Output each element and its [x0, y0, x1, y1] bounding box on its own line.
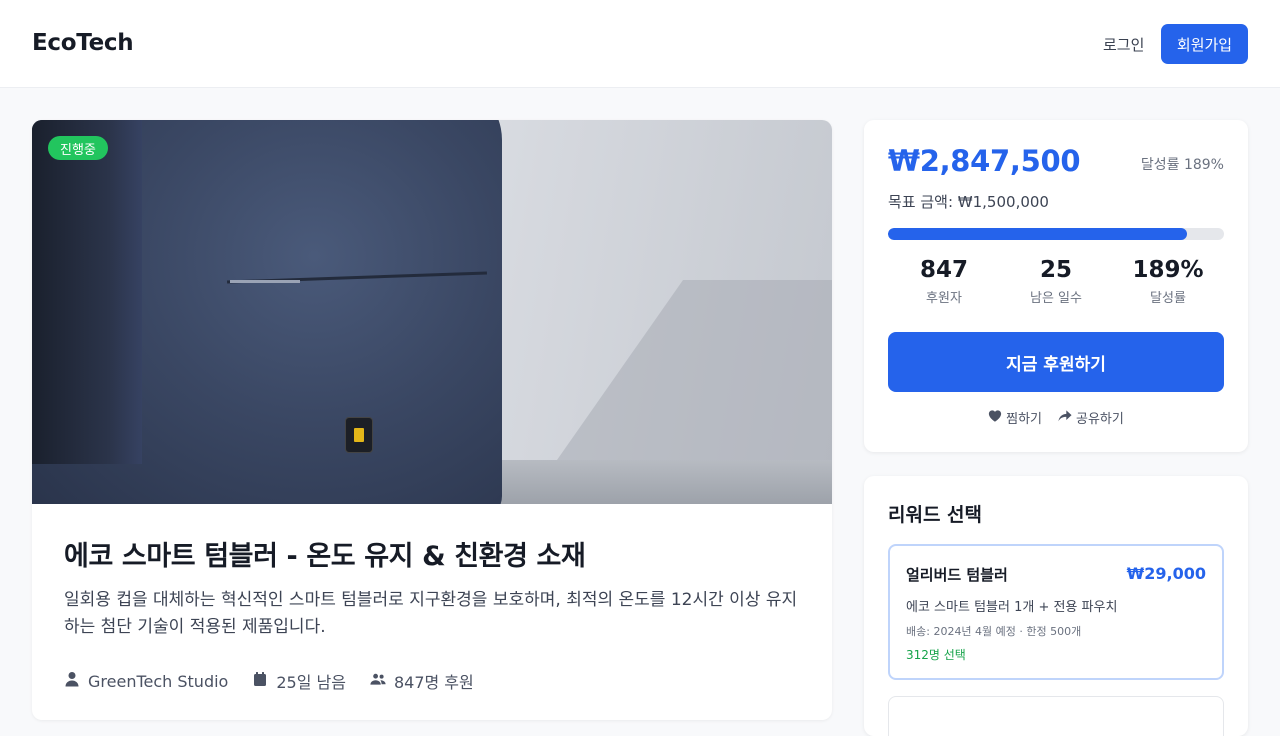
creator-meta: GreenTech Studio [64, 669, 228, 693]
funding-progress-bar [888, 228, 1224, 240]
achievement-rate-label: 달성률 189% [1140, 157, 1224, 173]
like-label: 찜하기 [1006, 412, 1043, 427]
calendar-icon [252, 671, 268, 691]
stat-value: 847 [919, 257, 968, 283]
days-left-text: 25일 남음 [276, 673, 346, 692]
goal-amount: 목표 금액: ₩1,500,000 [888, 193, 1049, 211]
signup-button[interactable]: 회원가입 [1161, 24, 1248, 64]
project-title: 에코 스마트 텀블러 - 온도 유지 & 친환경 소재 [64, 541, 586, 572]
share-icon [1058, 409, 1072, 427]
share-label: 공유하기 [1076, 412, 1124, 427]
reward-shipping: 배송: 2024년 4월 예정 · 한정 500개 [906, 625, 1082, 638]
stat-label: 남은 일수 [1030, 291, 1082, 306]
reward-selection-card: 리워드 선택 얼리버드 텀블러 ₩29,000 에코 스마트 텀블러 1개 + … [864, 476, 1248, 736]
site-logo[interactable]: EcoTech [32, 30, 134, 56]
stat-value: 25 [1039, 257, 1072, 283]
reward-section-title: 리워드 선택 [888, 504, 983, 526]
project-hero-image: 진행중 [32, 120, 832, 504]
creator-name[interactable]: GreenTech Studio [88, 672, 228, 691]
days-left-meta: 25일 남음 [252, 669, 346, 693]
site-header: EcoTech 로그인 회원가입 [0, 0, 1280, 88]
reward-option[interactable]: 얼리버드 텀블러 ₩29,000 에코 스마트 텀블러 1개 + 전용 파우치 … [888, 544, 1224, 680]
login-link[interactable]: 로그인 [1103, 34, 1144, 55]
reward-option[interactable] [888, 696, 1224, 736]
users-icon [370, 671, 386, 691]
stat-label: 후원자 [926, 291, 962, 306]
funding-summary-card: ₩2,847,500 달성률 189% 목표 금액: ₩1,500,000 84… [864, 120, 1248, 452]
reward-price: ₩29,000 [1126, 564, 1206, 583]
funded-amount: ₩2,847,500 [888, 144, 1081, 178]
share-button[interactable]: 공유하기 [1058, 408, 1124, 427]
project-description: 일회용 컵을 대체하는 혁신적인 스마트 텀블러로 지구환경을 보호하며, 최적… [64, 590, 798, 637]
like-button[interactable]: 찜하기 [988, 408, 1042, 427]
status-badge: 진행중 [48, 136, 108, 160]
project-meta: GreenTech Studio 25일 남음 847명 후원 [64, 669, 474, 693]
stat-value: 189% [1132, 257, 1204, 283]
secondary-actions: 찜하기 공유하기 [888, 408, 1224, 427]
funding-stats: 847 후원자 25 남은 일수 189% 달성률 [888, 257, 1224, 306]
backers-meta: 847명 후원 [370, 669, 474, 693]
back-now-button[interactable]: 지금 후원하기 [888, 332, 1224, 392]
stat-label: 달성률 [1150, 291, 1186, 306]
reward-description: 에코 스마트 텀블러 1개 + 전용 파우치 [906, 600, 1118, 615]
reward-name: 얼리버드 텀블러 [906, 566, 1008, 584]
reward-selected-count: 312명 선택 [906, 648, 966, 662]
project-card: 진행중 에코 스마트 텀블러 - 온도 유지 & 친환경 소재 일회용 컵을 대… [32, 120, 832, 720]
heart-icon [988, 409, 1002, 427]
stat-rate: 189% 달성률 [1112, 257, 1224, 306]
backers-text: 847명 후원 [393, 673, 474, 692]
user-icon [64, 671, 80, 691]
stat-backers: 847 후원자 [888, 257, 1000, 306]
stat-days-left: 25 남은 일수 [1000, 257, 1112, 306]
funding-progress-fill [888, 228, 1188, 240]
